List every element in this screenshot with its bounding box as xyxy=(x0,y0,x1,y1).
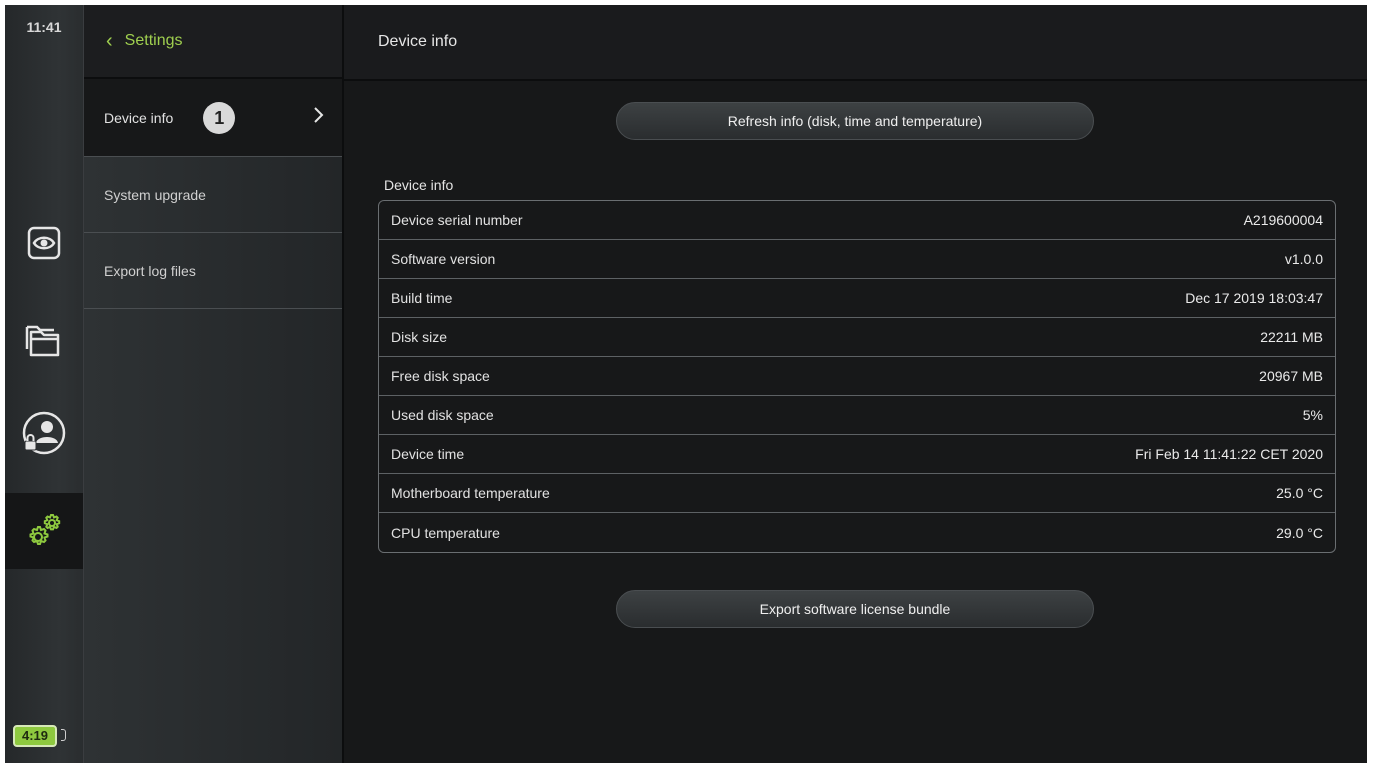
settings-menu: ‹ Settings Device info 1 System upgrade … xyxy=(84,5,344,763)
live-view-button[interactable] xyxy=(5,205,83,281)
menu-item-device-info[interactable]: Device info 1 xyxy=(84,79,342,157)
export-license-button[interactable]: Export software license bundle xyxy=(616,590,1094,628)
table-row: Build time Dec 17 2019 18:03:47 xyxy=(379,279,1335,318)
row-value: v1.0.0 xyxy=(1284,251,1323,267)
settings-gears-icon xyxy=(29,514,61,545)
main-panel: Device info Refresh info (disk, time and… xyxy=(344,5,1367,763)
settings-button[interactable] xyxy=(5,493,83,569)
eye-icon xyxy=(27,226,61,260)
table-row: Software version v1.0.0 xyxy=(379,240,1335,279)
row-label: Software version xyxy=(391,251,496,267)
menu-item-label: Device info xyxy=(104,109,174,126)
row-label: Build time xyxy=(391,290,453,306)
device-info-table: Device serial number A219600004 Software… xyxy=(378,200,1336,553)
callout-badge: 1 xyxy=(203,101,236,134)
table-row: Device time Fri Feb 14 11:41:22 CET 2020 xyxy=(379,435,1335,474)
table-row: CPU temperature 29.0 °C xyxy=(379,513,1335,552)
row-label: Free disk space xyxy=(391,368,490,384)
row-value: 20967 MB xyxy=(1259,368,1323,384)
table-row: Motherboard temperature 25.0 °C xyxy=(379,474,1335,513)
row-value: 5% xyxy=(1302,407,1323,423)
back-to-settings[interactable]: ‹ Settings xyxy=(84,5,342,79)
row-label: Device serial number xyxy=(391,212,523,228)
section-label: Device info xyxy=(384,177,454,193)
folders-icon xyxy=(25,325,60,357)
row-label: Disk size xyxy=(391,329,448,345)
menu-item-label: Export log files xyxy=(104,262,196,279)
row-label: Motherboard temperature xyxy=(391,485,550,501)
table-row: Used disk space 5% xyxy=(379,396,1335,435)
status-clock: 11:41 xyxy=(26,19,62,35)
page-title: Device info xyxy=(344,5,1367,81)
row-label: Device time xyxy=(391,446,465,462)
left-rail: 11:41 4:19 xyxy=(5,5,84,763)
table-row: Disk size 22211 MB xyxy=(379,318,1335,357)
row-label: Used disk space xyxy=(391,407,494,423)
row-value: Fri Feb 14 11:41:22 CET 2020 xyxy=(1135,446,1323,462)
row-value: Dec 17 2019 18:03:47 xyxy=(1185,290,1323,306)
menu-item-label: System upgrade xyxy=(104,186,206,203)
user-lock-icon xyxy=(22,411,66,455)
archive-button[interactable] xyxy=(5,301,83,377)
menu-item-export-log-files[interactable]: Export log files xyxy=(84,233,342,309)
settings-back-label: Settings xyxy=(124,32,183,49)
device-screen: 11:41 4:19 ‹ Settings Device info 1 Syst… xyxy=(5,5,1367,763)
user-button[interactable] xyxy=(5,395,83,471)
chevron-right-icon xyxy=(314,107,324,123)
menu-item-system-upgrade[interactable]: System upgrade xyxy=(84,157,342,233)
row-value: A219600004 xyxy=(1243,212,1323,228)
table-row: Free disk space 20967 MB xyxy=(379,357,1335,396)
row-label: CPU temperature xyxy=(391,524,500,541)
refresh-info-button[interactable]: Refresh info (disk, time and temperature… xyxy=(616,102,1094,140)
row-value: 25.0 °C xyxy=(1276,485,1323,501)
row-value: 29.0 °C xyxy=(1276,524,1323,541)
table-row: Device serial number A219600004 xyxy=(379,201,1335,240)
battery-tip xyxy=(61,729,66,741)
battery-indicator: 4:19 xyxy=(13,725,57,747)
row-value: 22211 MB xyxy=(1260,329,1323,345)
chevron-left-icon: ‹ xyxy=(106,30,113,52)
